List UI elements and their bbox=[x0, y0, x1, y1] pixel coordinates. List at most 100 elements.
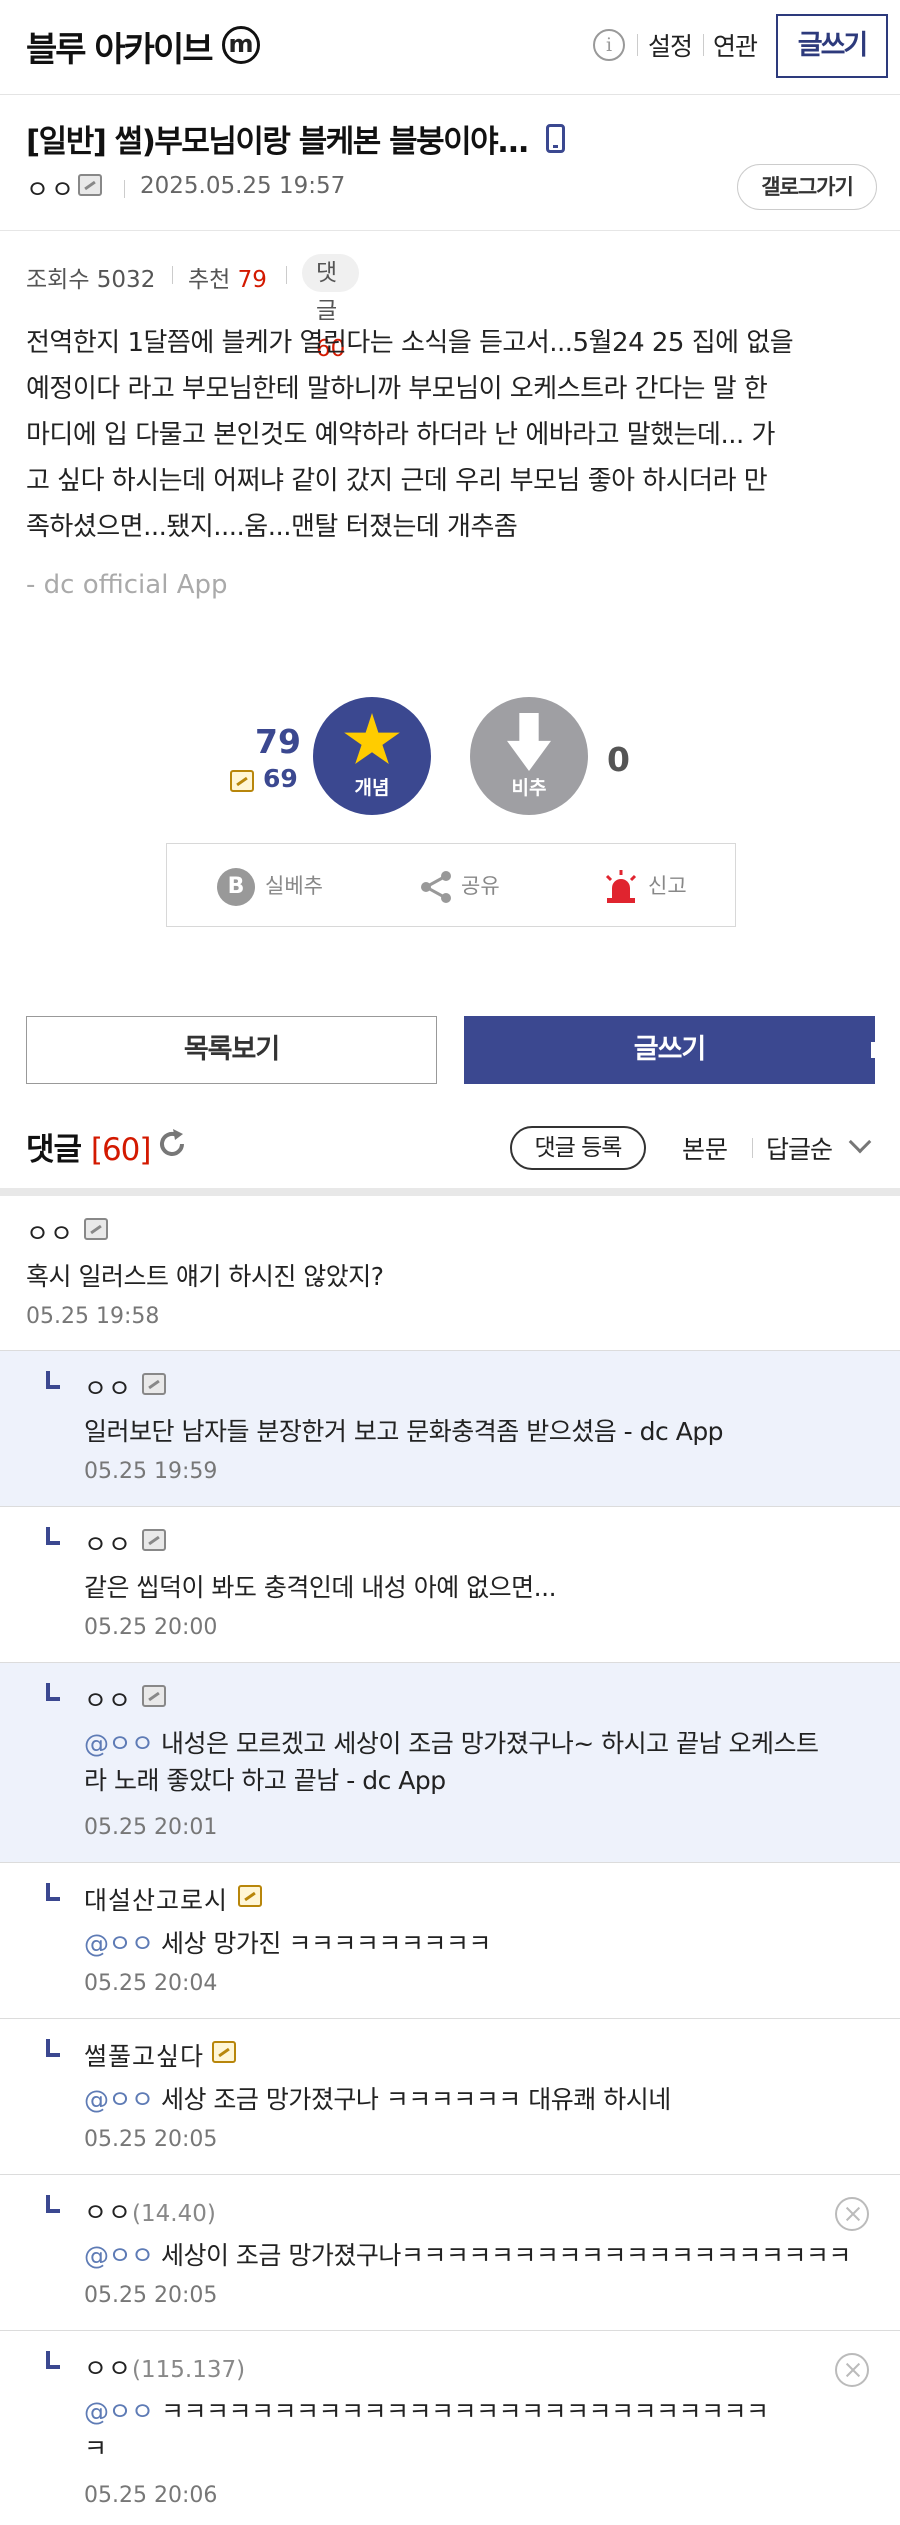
recommend-count: 79 bbox=[255, 722, 301, 761]
comment-text: @ㅇㅇ 세상이 조금 망가졌구나ㅋㅋㅋㅋㅋㅋㅋㅋㅋㅋㅋㅋㅋㅋㅋㅋㅋㅋㅋㅋ bbox=[84, 2237, 851, 2274]
post-date: 2025.05.25 19:57 bbox=[140, 173, 346, 199]
delete-icon[interactable] bbox=[835, 2197, 869, 2231]
post-body-line: 전역한지 1달쯤에 블케가 열린다는 소식을 듣고서...5월24 25 집에 … bbox=[26, 328, 794, 358]
app-signature: - dc official App bbox=[26, 570, 228, 600]
related-link[interactable]: 연관 bbox=[713, 27, 758, 63]
reply-item: 썰풀고싶다 @ㅇㅇ 세상 조금 망가졌구나 ㅋㅋㅋㅋㅋㅋ 대유쾌 하시네 05.… bbox=[0, 2019, 900, 2175]
comment-text-line: 라 노래 좋았다 하고 끝남 - dc App bbox=[84, 1766, 446, 1795]
share-label: 공유 bbox=[461, 874, 500, 898]
reply-item: ㅇㅇ 일러보단 남자들 분장한거 보고 문화충격좀 받으셨음 - dc App … bbox=[0, 1351, 900, 1507]
reply-arrow-icon bbox=[46, 1527, 60, 1545]
list-button[interactable]: 목록보기 bbox=[26, 1016, 437, 1084]
share-icon bbox=[421, 871, 451, 903]
report-button[interactable]: 신고 bbox=[602, 866, 687, 906]
fixed-recommend-icon bbox=[230, 770, 254, 792]
post-body: 전역한지 1달쯤에 블케가 열린다는 소식을 듣고서...5월24 25 집에 … bbox=[26, 320, 876, 550]
sort-select[interactable]: 답글순 bbox=[766, 1130, 833, 1166]
post-body-line: 고 싶다 하시는데 어쩌냐 같이 갔지 근데 우리 부모님 좋아 하시더라 만 bbox=[26, 466, 768, 496]
siren-icon bbox=[605, 870, 637, 903]
share-button[interactable]: 공유 bbox=[417, 866, 500, 906]
comment-text-line: 세상 망가진 ㅋㅋㅋㅋㅋㅋㅋㅋㅋ bbox=[153, 1929, 491, 1958]
comment-nick[interactable]: ㅇㅇ bbox=[26, 1214, 74, 1250]
comment-stat-label: 댓글 bbox=[316, 260, 338, 324]
mobile-icon bbox=[546, 124, 565, 153]
header-divider bbox=[637, 34, 638, 56]
comments-count: [60] bbox=[90, 1132, 152, 1168]
reply-item: ㅇㅇ @ㅇㅇ 내성은 모르겠고 세상이 조금 망가졌구나~ 하시고 끝남 오케스… bbox=[0, 1663, 900, 1863]
comment-count-pill[interactable]: 댓글60 bbox=[302, 254, 360, 362]
comment-nick[interactable]: ㅇㅇ bbox=[84, 1525, 132, 1561]
comment-nick[interactable]: ㅇㅇ bbox=[84, 1681, 132, 1717]
comment-date: 05.25 19:59 bbox=[84, 1459, 218, 1484]
post-author[interactable]: ㅇㅇ bbox=[26, 170, 76, 206]
comment-nick[interactable]: 대설산고로시 bbox=[84, 1881, 228, 1917]
unrecommend-button[interactable]: 비추 bbox=[470, 697, 588, 815]
comment-date: 05.25 20:00 bbox=[84, 1615, 218, 1640]
comment-text-line: ㅋ bbox=[84, 2434, 107, 2463]
recommend-button[interactable]: 개념 bbox=[313, 697, 431, 815]
comment-mention[interactable]: @ㅇㅇ bbox=[84, 1929, 154, 1958]
comment-text: 일러보단 남자들 분장한거 보고 문화충격좀 받으셨음 - dc App bbox=[84, 1417, 724, 1446]
reply-arrow-icon bbox=[46, 2039, 60, 2057]
star-icon bbox=[344, 713, 400, 764]
comment-text: @ㅇㅇ 세상 조금 망가졌구나 ㅋㅋㅋㅋㅋㅋ 대유쾌 하시네 bbox=[84, 2081, 671, 2118]
comment-text-line: ㅋㅋㅋㅋㅋㅋㅋㅋㅋㅋㅋㅋㅋㅋㅋㅋㅋㅋㅋㅋㅋㅋㅋㅋㅋㅋㅋ bbox=[153, 2397, 769, 2426]
info-icon[interactable]: i bbox=[593, 29, 625, 61]
fixed-nick-icon bbox=[142, 1373, 166, 1395]
down-arrow-icon bbox=[507, 713, 551, 771]
gallog-button[interactable]: 갤로그가기 bbox=[737, 164, 877, 210]
report-label: 신고 bbox=[648, 874, 687, 898]
body-link[interactable]: 본문 bbox=[682, 1130, 728, 1166]
comment-item: ㅇㅇ 혹시 일러스트 얘기 하시진 않았지? 05.25 19:58 bbox=[0, 1196, 900, 1351]
comments-title-label: 댓글 bbox=[26, 1132, 82, 1168]
top-header: 블루 아카이브 m i 설정 연관 글쓰기 bbox=[0, 0, 900, 95]
comment-nick[interactable]: ㅇㅇ bbox=[84, 1369, 132, 1405]
delete-icon[interactable] bbox=[835, 2353, 869, 2387]
recommend-stat-label: 추천 bbox=[188, 267, 231, 293]
reply-item: ㅇㅇ(14.40) @ㅇㅇ 세상이 조금 망가졌구나ㅋㅋㅋㅋㅋㅋㅋㅋㅋㅋㅋㅋㅋㅋ… bbox=[0, 2175, 900, 2331]
reply-arrow-icon bbox=[46, 1883, 60, 1901]
post-body-line: 족하셨으면...됐지....움...맨탈 터졌는데 개추좀 bbox=[26, 512, 518, 542]
header-write-button[interactable]: 글쓰기 bbox=[776, 14, 888, 78]
post-body-line: 마디에 입 다물고 본인것도 예약하라 하더라 난 에바라고 말했는데... 가 bbox=[26, 420, 775, 450]
comments-title: 댓글 [60] bbox=[26, 1124, 152, 1169]
gallery-title[interactable]: 블루 아카이브 bbox=[26, 22, 214, 71]
unrecommend-count: 0 bbox=[607, 740, 630, 779]
recommend-stat-value: 79 bbox=[237, 267, 267, 293]
comment-register-button[interactable]: 댓글 등록 bbox=[510, 1126, 646, 1170]
settings-link[interactable]: 설정 bbox=[648, 27, 693, 63]
comment-text: 같은 씹덕이 봐도 충격인데 내성 아예 없으면... bbox=[84, 1573, 557, 1602]
comment-mention[interactable]: @ㅇㅇ bbox=[84, 2397, 154, 2426]
comment-mention[interactable]: @ㅇㅇ bbox=[84, 2085, 154, 2114]
comment-nick[interactable]: ㅇㅇ(115.137) bbox=[84, 2349, 245, 2385]
comment-nick[interactable]: 썰풀고싶다 bbox=[84, 2037, 204, 2073]
write-button[interactable]: 글쓰기 bbox=[464, 1016, 875, 1084]
comment-text: @ㅇㅇ ㅋㅋㅋㅋㅋㅋㅋㅋㅋㅋㅋㅋㅋㅋㅋㅋㅋㅋㅋㅋㅋㅋㅋㅋㅋㅋㅋㅋ bbox=[84, 2393, 884, 2467]
comment-text: @ㅇㅇ 내성은 모르겠고 세상이 조금 망가졌구나~ 하시고 끝남 오케스트 라 … bbox=[84, 1725, 884, 1799]
comment-ip: (14.40) bbox=[132, 2201, 216, 2227]
b-icon: B bbox=[217, 868, 255, 906]
reply-arrow-icon bbox=[46, 1371, 60, 1389]
fixed-nick-icon bbox=[142, 1529, 166, 1551]
comment-nick[interactable]: ㅇㅇ(14.40) bbox=[84, 2193, 216, 2229]
comments-top-border bbox=[0, 1188, 900, 1196]
post-action-bar: B 실베추 공유 신고 bbox=[166, 843, 736, 927]
fixed-recommend-count: 69 bbox=[263, 764, 298, 793]
comment-date: 05.25 20:04 bbox=[84, 1971, 218, 1996]
comment-nick-name: ㅇㅇ bbox=[84, 2354, 133, 2383]
comment-ip: (115.137) bbox=[132, 2357, 246, 2383]
comment-text-line: 세상이 조금 망가졌구나ㅋㅋㅋㅋㅋㅋㅋㅋㅋㅋㅋㅋㅋㅋㅋㅋㅋㅋㅋㅋ bbox=[153, 2241, 851, 2270]
meta-divider bbox=[124, 180, 125, 198]
refresh-icon[interactable] bbox=[156, 1128, 188, 1160]
fixed-nick-icon bbox=[142, 1685, 166, 1707]
sort-divider bbox=[752, 1138, 753, 1158]
chevron-down-icon[interactable] bbox=[848, 1130, 872, 1154]
fixed-nick-icon bbox=[212, 2041, 236, 2063]
fixed-nick-icon bbox=[238, 1885, 262, 1907]
header-divider bbox=[703, 34, 704, 56]
best-recommend-button[interactable]: B 실베추 bbox=[217, 866, 323, 906]
comment-mention[interactable]: @ㅇㅇ bbox=[84, 2241, 154, 2270]
comment-nick-name: ㅇㅇ bbox=[84, 2198, 133, 2227]
comment-mention[interactable]: @ㅇㅇ bbox=[84, 1729, 154, 1758]
comment-date: 05.25 20:06 bbox=[84, 2483, 218, 2508]
